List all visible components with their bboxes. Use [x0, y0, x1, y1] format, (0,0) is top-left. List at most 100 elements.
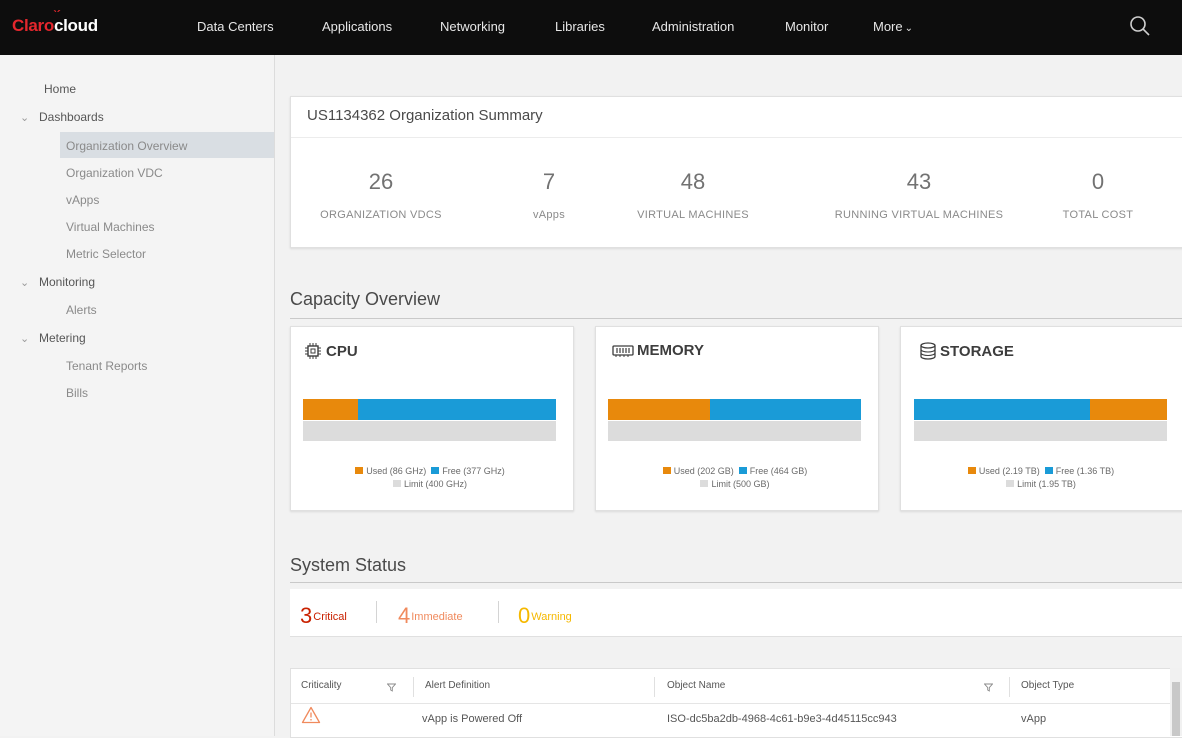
status-separator	[376, 601, 377, 623]
summary-divider	[291, 137, 1182, 138]
system-status-divider	[290, 582, 1182, 583]
cpu-title-text: CPU	[326, 342, 358, 360]
sidebar-group-monitoring[interactable]: Monitoring	[39, 275, 95, 289]
sidebar-group-metering[interactable]: Metering	[39, 331, 86, 345]
sidebar-item-virtual-machines[interactable]: Virtual Machines	[66, 220, 155, 234]
memory-limit-label: Limit (500 GB)	[711, 479, 770, 489]
storage-title-text: STORAGE	[940, 342, 1014, 360]
sidebar-item-alerts[interactable]: Alerts	[66, 303, 97, 317]
cpu-limit-label: Limit (400 GHz)	[403, 479, 467, 489]
sidebar-item-bills[interactable]: Bills	[66, 386, 88, 400]
memory-capacity-card: MEMORY Used (202 GB) Free (464 GB) Limit…	[595, 326, 879, 511]
alert-status-bar: 3Critical 4Immediate 0Warning	[290, 589, 1182, 637]
nav-administration[interactable]: Administration	[652, 19, 734, 34]
column-header-object-name[interactable]: Object Name	[667, 680, 725, 691]
legend-limit-swatch	[392, 480, 401, 487]
column-header-criticality[interactable]: Criticality	[301, 680, 342, 691]
capacity-divider	[290, 318, 1182, 319]
table-scrollbar-thumb[interactable]	[1172, 682, 1180, 736]
storage-legend: Used (2.19 TB) Free (1.36 TB) Limit (1.9…	[914, 465, 1168, 491]
legend-used-swatch	[355, 467, 364, 474]
storage-free-bar	[914, 399, 1090, 420]
memory-free-label: Free (464 GB)	[749, 466, 808, 476]
table-header-divider	[291, 703, 1182, 704]
sidebar: Home ⌄ Dashboards Organization Overview …	[0, 55, 275, 736]
chevron-down-icon[interactable]: ⌄	[20, 276, 29, 289]
sidebar-item-vapps[interactable]: vApps	[66, 193, 99, 207]
nav-applications[interactable]: Applications	[322, 19, 392, 34]
logo-cloud-text: cloud	[53, 16, 98, 35]
capacity-overview-title: Capacity Overview	[290, 289, 441, 309]
legend-limit-swatch	[1006, 480, 1015, 487]
immediate-label: Immediate	[411, 611, 463, 623]
legend-free-swatch	[431, 467, 440, 474]
sidebar-item-home[interactable]: Home	[44, 82, 76, 96]
chevron-down-icon: ⌄	[904, 23, 914, 34]
logo-claro-text: Claro	[12, 16, 54, 35]
critical-label: Critical	[313, 611, 347, 623]
cpu-card-title: CPU	[303, 342, 358, 360]
column-separator	[413, 677, 414, 697]
search-icon[interactable]	[1128, 14, 1152, 38]
memory-title-text: MEMORY	[637, 342, 704, 359]
storage-card-title: STORAGE	[919, 342, 1014, 360]
storage-used-label: Used (2.19 TB)	[978, 466, 1040, 476]
cpu-free-label: Free (377 GHz)	[442, 466, 505, 476]
storage-limit-label: Limit (1.95 TB)	[1017, 479, 1076, 489]
cpu-free-bar	[358, 399, 556, 420]
nav-libraries[interactable]: Libraries	[555, 19, 605, 34]
critical-count: 3	[300, 603, 313, 628]
nav-networking[interactable]: Networking	[440, 19, 505, 34]
nav-data-centers[interactable]: Data Centers	[197, 19, 274, 34]
legend-free-swatch	[738, 467, 747, 474]
chevron-down-icon[interactable]: ⌄	[20, 332, 29, 345]
cpu-used-bar	[303, 399, 358, 420]
stat-virtual-machines-value: 48	[680, 169, 706, 194]
legend-limit-swatch	[700, 480, 709, 487]
stat-total-cost-value: 0	[1091, 169, 1105, 194]
immediate-count-filter[interactable]: 4Immediate	[398, 603, 463, 629]
memory-legend: Used (202 GB) Free (464 GB) Limit (500 G…	[608, 465, 862, 491]
column-header-object-type[interactable]: Object Type	[1021, 680, 1074, 691]
immediate-count: 4	[398, 603, 411, 628]
memory-limit-bar	[608, 421, 861, 441]
warning-label: Warning	[531, 611, 572, 623]
storage-used-bar	[1090, 399, 1167, 420]
stat-total-cost-label: TOTAL COST	[1062, 209, 1134, 221]
claro-cloud-logo[interactable]: Claro ˋ´ cloud	[12, 8, 98, 36]
sidebar-item-organization-vdc[interactable]: Organization VDC	[66, 166, 163, 180]
filter-icon[interactable]	[984, 683, 993, 692]
summary-title: US1134362 Organization Summary	[307, 107, 543, 124]
chevron-down-icon[interactable]: ⌄	[20, 111, 29, 124]
warning-count: 0	[518, 603, 531, 628]
sidebar-group-dashboards[interactable]: Dashboards	[39, 110, 104, 124]
cpu-capacity-card: CPU Used (86 GHz) Free (377 GHz) Limit (…	[290, 326, 574, 511]
logo-mark: ˋ´	[53, 8, 61, 22]
legend-used-swatch	[967, 467, 976, 474]
memory-card-title: MEMORY	[612, 342, 704, 359]
nav-more-label: More	[873, 19, 903, 34]
memory-free-bar	[710, 399, 861, 420]
filter-icon[interactable]	[387, 683, 396, 692]
warning-count-filter[interactable]: 0Warning	[518, 603, 572, 629]
memory-used-label: Used (202 GB)	[673, 466, 734, 476]
memory-icon	[612, 344, 634, 357]
nav-more[interactable]: More ⌄	[873, 19, 913, 34]
legend-free-swatch	[1044, 467, 1053, 474]
cpu-used-label: Used (86 GHz)	[366, 466, 427, 476]
storage-capacity-card: STORAGE Used (2.19 TB) Free (1.36 TB) Li…	[900, 326, 1182, 511]
critical-count-filter[interactable]: 3Critical	[300, 603, 347, 629]
column-separator	[1009, 677, 1010, 697]
organization-summary-card: US1134362 Organization Summary 26 ORGANI…	[290, 96, 1182, 248]
sidebar-item-metric-selector[interactable]: Metric Selector	[66, 247, 146, 261]
sidebar-item-organization-overview[interactable]: Organization Overview	[66, 139, 187, 153]
storage-free-label: Free (1.36 TB)	[1055, 466, 1115, 476]
nav-monitor[interactable]: Monitor	[785, 19, 828, 34]
sidebar-item-tenant-reports[interactable]: Tenant Reports	[66, 359, 147, 373]
status-separator	[498, 601, 499, 623]
legend-used-swatch	[662, 467, 671, 474]
top-navigation-bar: Claro ˋ´ cloud Data Centers Applications N…	[0, 0, 1182, 55]
warning-icon	[301, 706, 321, 724]
column-header-alert-definition[interactable]: Alert Definition	[425, 680, 490, 691]
cpu-icon	[305, 343, 321, 359]
